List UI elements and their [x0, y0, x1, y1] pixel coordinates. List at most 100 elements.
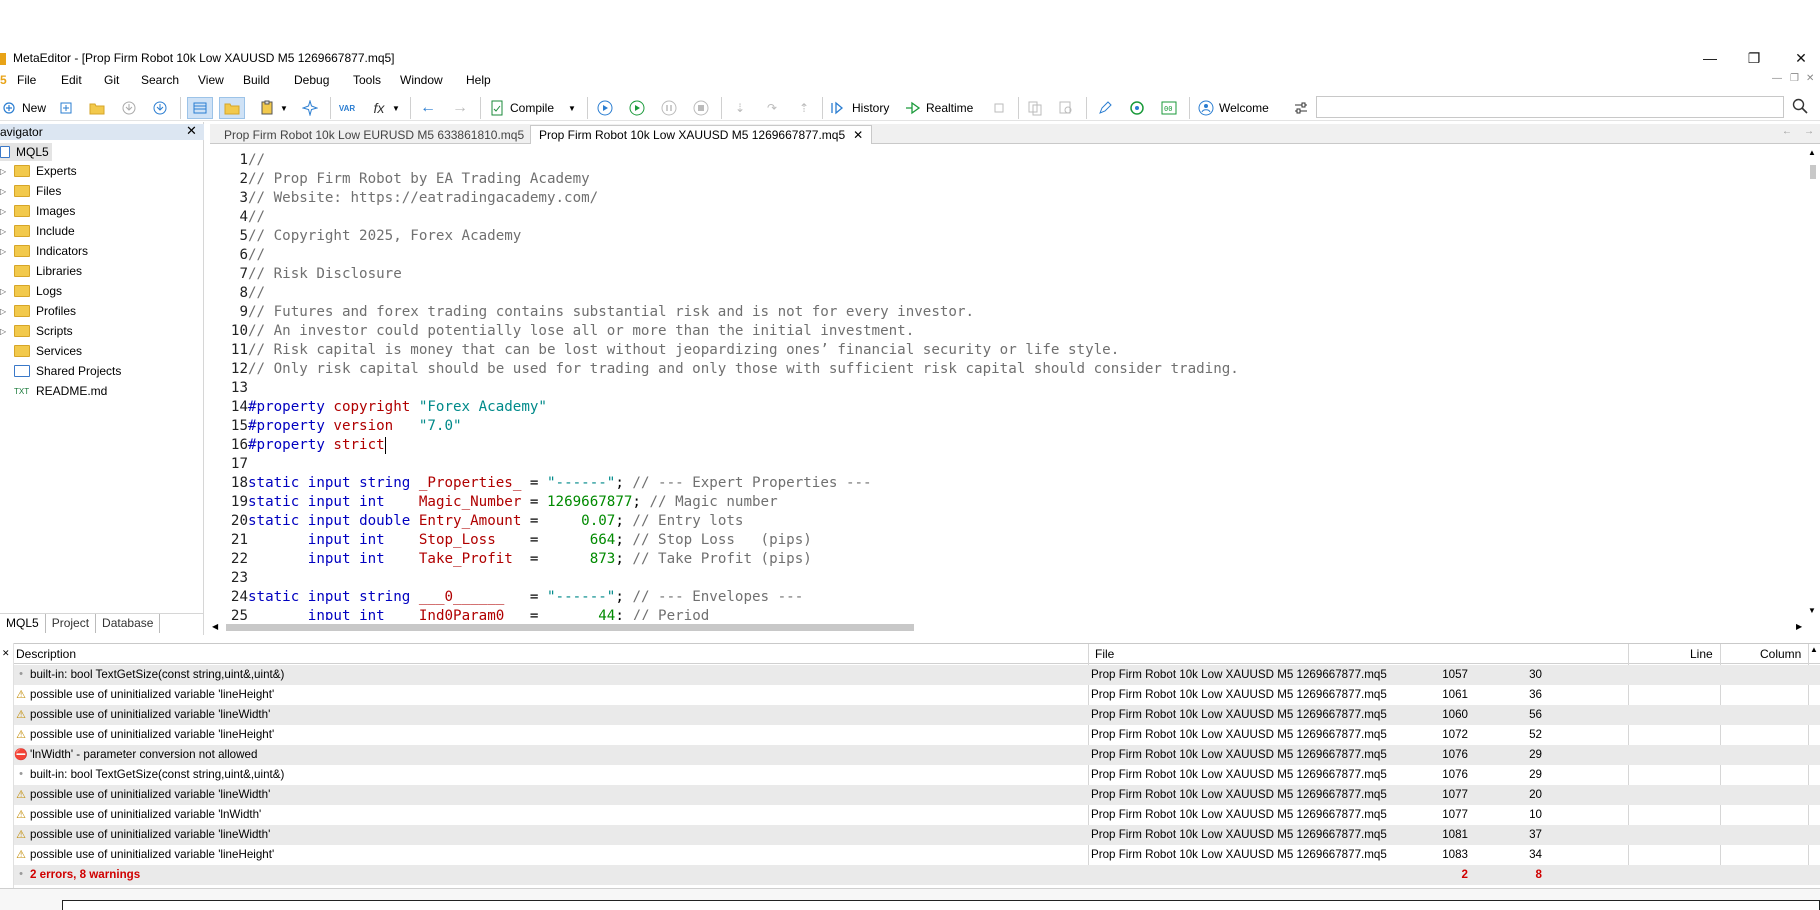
tab-document-eurusd[interactable]: Prop Firm Robot 10k Low EURUSD M5 633861… — [216, 125, 532, 144]
insert-function-button[interactable]: fx ▼ — [370, 97, 400, 119]
tab-scroll-right-icon[interactable]: → — [1804, 126, 1814, 137]
wizard-button[interactable] — [301, 97, 319, 119]
tab-project[interactable]: Project — [46, 614, 97, 633]
find-button[interactable] — [1057, 97, 1075, 119]
error-row[interactable]: ⚠ possible use of uninitialized variable … — [14, 785, 1820, 805]
nav-item-libraries[interactable]: Libraries — [0, 262, 82, 280]
mdi-minimize-button[interactable]: — — [1772, 73, 1782, 84]
style-button[interactable] — [1096, 97, 1114, 119]
menu-git[interactable]: Git — [104, 73, 119, 87]
error-row[interactable]: ⚠ possible use of uninitialized variable … — [14, 845, 1820, 865]
nav-item-logs[interactable]: ▷ Logs — [0, 282, 62, 300]
toolbox-tabs[interactable] — [62, 900, 1820, 910]
search-icon[interactable] — [1792, 98, 1808, 117]
step-into-button[interactable]: ⇣ — [731, 97, 749, 119]
vertical-scrollbar[interactable] — [1806, 145, 1820, 620]
scroll-up-icon[interactable]: ▲ — [1808, 148, 1816, 157]
code-line[interactable]: 15#property version "7.0" — [210, 417, 1806, 436]
scroll-left-icon[interactable]: ◀ — [212, 622, 218, 631]
code-line[interactable]: 24static input string ___0______ = "----… — [210, 588, 1806, 607]
code-line[interactable]: 4// — [210, 208, 1806, 227]
menu-tools[interactable]: Tools — [353, 73, 381, 87]
stop-button[interactable] — [692, 97, 710, 119]
close-tab-icon[interactable]: ✕ — [853, 128, 863, 142]
code-line[interactable]: 6// — [210, 246, 1806, 265]
cloud-button[interactable] — [1128, 97, 1146, 119]
nav-item-experts[interactable]: ▷ Experts — [0, 162, 77, 180]
tab-database[interactable]: Database — [96, 614, 161, 633]
code-line[interactable]: 25 input int Ind0Param0 = 44; // Period — [210, 607, 1806, 620]
code-line[interactable]: 10// An investor could potentially lose … — [210, 322, 1806, 341]
code-line[interactable]: 18static input string _Properties_ = "--… — [210, 474, 1806, 493]
nav-root-mql5[interactable]: MQL5 — [0, 143, 52, 161]
code-line[interactable]: 8// — [210, 284, 1806, 303]
start-debug-button[interactable] — [628, 97, 646, 119]
toolbox-toggle-button[interactable] — [219, 97, 245, 119]
code-line[interactable]: 14#property copyright "Forex Academy" — [210, 398, 1806, 417]
nav-item-shared-projects[interactable]: Shared Projects — [0, 362, 121, 380]
settings-button[interactable] — [1292, 97, 1310, 119]
search-input[interactable] — [1316, 96, 1784, 118]
error-row[interactable]: ⚠ possible use of uninitialized variable … — [14, 705, 1820, 725]
copy-button[interactable] — [1026, 97, 1044, 119]
stop-realtime-button[interactable] — [990, 97, 1008, 119]
insert-variable-button[interactable]: VAR — [338, 97, 356, 119]
step-over-button[interactable]: ↷ — [763, 97, 781, 119]
nav-item-scripts[interactable]: ▷ Scripts — [0, 322, 73, 340]
paste-button[interactable]: ▼ — [258, 97, 288, 119]
nav-item-readme[interactable]: TXT README.md — [0, 382, 107, 400]
errors-summary-row[interactable]: • 2 errors, 8 warnings 2 8 — [14, 865, 1820, 885]
new-button[interactable]: New — [0, 97, 46, 119]
forward-button[interactable]: → — [451, 97, 469, 119]
error-row[interactable]: ⚠ possible use of uninitialized variable … — [14, 725, 1820, 745]
code-button[interactable]: 00 — [1160, 97, 1178, 119]
code-line[interactable]: 5// Copyright 2025, Forex Academy — [210, 227, 1806, 246]
menu-help[interactable]: Help — [466, 73, 491, 87]
nav-item-files[interactable]: ▷ Files — [0, 182, 61, 200]
scroll-down-icon[interactable]: ▼ — [1808, 606, 1816, 615]
column-column[interactable]: Column — [1760, 647, 1801, 661]
code-line[interactable]: 7// Risk Disclosure — [210, 265, 1806, 284]
compile-button[interactable]: Compile ▼ — [488, 97, 576, 119]
horizontal-scroll-thumb[interactable] — [226, 624, 914, 631]
menu-window[interactable]: Window — [400, 73, 443, 87]
close-toolbox-icon[interactable]: ✕ — [2, 648, 10, 659]
save-button[interactable] — [120, 97, 138, 119]
nav-item-indicators[interactable]: ▷ Indicators — [0, 242, 88, 260]
step-out-button[interactable]: ⇡ — [795, 97, 813, 119]
tab-scroll-left-icon[interactable]: ← — [1782, 126, 1792, 137]
code-line[interactable]: 20static input double Entry_Amount = 0.0… — [210, 512, 1806, 531]
code-line[interactable]: 12// Only risk capital should be used fo… — [210, 360, 1806, 379]
scroll-up-icon[interactable]: ▲ — [1810, 645, 1818, 654]
open-button[interactable] — [88, 97, 106, 119]
error-row[interactable]: ⚠ possible use of uninitialized variable … — [14, 825, 1820, 845]
menu-debug[interactable]: Debug — [294, 73, 329, 87]
code-line[interactable]: 3// Website: https://eatradingacademy.co… — [210, 189, 1806, 208]
code-line[interactable]: 1// — [210, 151, 1806, 170]
code-line[interactable]: 21 input int Stop_Loss = 664; // Stop Lo… — [210, 531, 1806, 550]
code-line[interactable]: 19static input int Magic_Number = 126966… — [210, 493, 1806, 512]
close-button[interactable]: ✕ — [1786, 48, 1816, 68]
welcome-button[interactable]: Welcome — [1197, 97, 1269, 119]
nav-item-services[interactable]: Services — [0, 342, 82, 360]
tab-mql5[interactable]: MQL5 — [0, 614, 46, 633]
pause-button[interactable] — [660, 97, 678, 119]
new-file-button[interactable] — [57, 97, 75, 119]
menu-search[interactable]: Search — [141, 73, 179, 87]
code-editor[interactable]: 1//2// Prop Firm Robot by EA Trading Aca… — [210, 145, 1806, 620]
error-row[interactable]: • built-in: bool TextGetSize(const strin… — [14, 665, 1820, 685]
back-button[interactable]: ← — [419, 97, 437, 119]
save-all-button[interactable] — [151, 97, 169, 119]
close-icon[interactable]: ✕ — [186, 123, 197, 139]
navigator-toggle-button[interactable] — [187, 97, 213, 119]
history-button[interactable]: History — [830, 97, 889, 119]
code-line[interactable]: 23 — [210, 569, 1806, 588]
code-line[interactable]: 11// Risk capital is money that can be l… — [210, 341, 1806, 360]
mdi-close-button[interactable]: ✕ — [1806, 73, 1814, 84]
code-line[interactable]: 9// Futures and forex trading contains s… — [210, 303, 1806, 322]
menu-build[interactable]: Build — [243, 73, 270, 87]
error-row[interactable]: ⚠ possible use of uninitialized variable … — [14, 805, 1820, 825]
realtime-button[interactable]: Realtime — [904, 97, 973, 119]
code-line[interactable]: 13 — [210, 379, 1806, 398]
tab-document-xauusd[interactable]: Prop Firm Robot 10k Low XAUUSD M5 126966… — [530, 125, 873, 144]
